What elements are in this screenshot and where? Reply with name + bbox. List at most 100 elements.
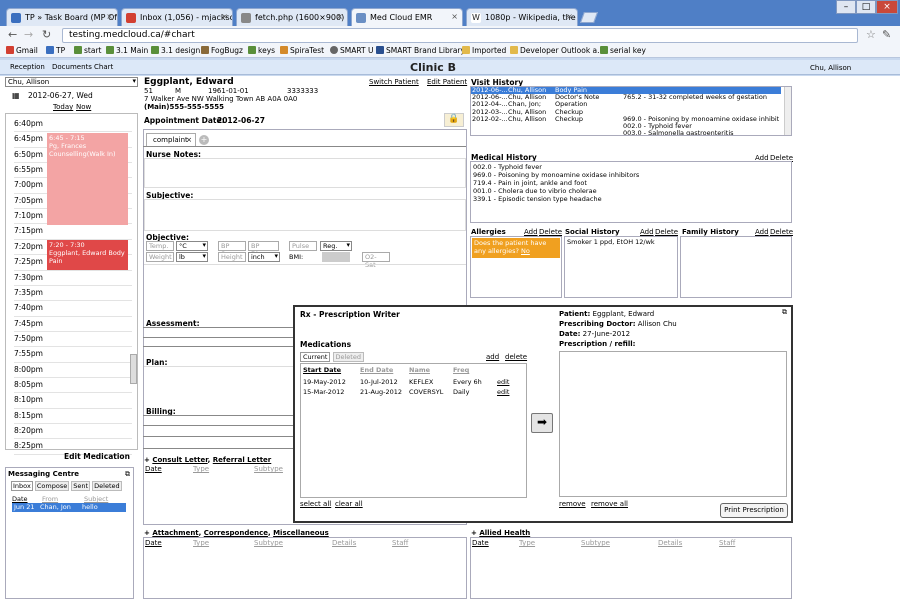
o2-sat-input[interactable]: O2-Sat <box>362 252 390 269</box>
tab-sent[interactable]: Sent <box>71 481 91 491</box>
bookmark-start[interactable]: start <box>74 46 101 55</box>
no-allergies-link[interactable]: No <box>521 247 530 255</box>
appointment-eggplant[interactable]: 7:20 - 7:30 Eggplant, Edward Body Pain <box>47 240 128 270</box>
medication-row[interactable]: 15-Mar-2012 21-Aug-2012 COVERSYL Daily edit <box>301 388 526 397</box>
time-slot[interactable]: 7:40pm <box>14 301 132 317</box>
time-slot[interactable]: 8:10pm <box>14 393 132 409</box>
calendar-icon[interactable]: ▦ <box>12 91 20 100</box>
time-slot[interactable]: 8:20pm <box>14 424 132 440</box>
delete-medication-link[interactable]: delete <box>505 353 527 361</box>
bookmark-spiratest[interactable]: SpiraTest <box>280 46 324 55</box>
nurse-notes-input[interactable] <box>144 158 466 188</box>
bookmark-serial-key[interactable]: serial key <box>600 46 646 55</box>
attachment-link[interactable]: Attachment <box>152 529 198 537</box>
now-link[interactable]: Now <box>76 103 91 111</box>
social-item[interactable]: Smoker 1 ppd, EtOH 12/wk <box>567 238 655 246</box>
tab-documents[interactable]: Documents <box>52 63 92 71</box>
time-slot[interactable]: 7:55pm <box>14 347 132 363</box>
select-all-link[interactable]: select all <box>300 500 331 508</box>
height-input[interactable]: Height <box>218 252 246 262</box>
bookmark-smart-u[interactable]: SMART U <box>330 46 373 55</box>
medical-item[interactable]: 339.1 - Episodic tension type headache <box>473 195 789 203</box>
close-tab-icon[interactable]: × <box>336 12 343 21</box>
browser-tab-inbox[interactable]: Inbox (1,056) - mjacksonch× <box>121 8 233 26</box>
allergies-delete[interactable]: Delete <box>539 228 562 236</box>
remove-link[interactable]: remove <box>559 500 586 508</box>
bookmark-imported[interactable]: Imported <box>462 46 506 55</box>
edit-medication-link[interactable]: Edit Medication <box>64 452 130 461</box>
tab-inbox[interactable]: Inbox <box>11 481 33 491</box>
family-delete[interactable]: Delete <box>770 228 793 236</box>
referral-letter-link[interactable]: Referral Letter <box>213 456 272 464</box>
weight-input[interactable]: Weight <box>146 252 174 262</box>
popout-icon[interactable]: ⧉ <box>125 470 130 479</box>
bookmark-smart-brand[interactable]: SMART Brand Library <box>376 46 465 55</box>
visit-row[interactable]: 003.0 - Salmonella gastroenteritis <box>471 129 781 135</box>
time-slot[interactable]: 8:05pm <box>14 378 132 394</box>
medication-row[interactable]: 19-May-2012 10-Jul-2012 KEFLEX Every 6h edit <box>301 378 526 387</box>
time-slot[interactable]: 8:15pm <box>14 409 132 425</box>
close-tab-icon[interactable]: × <box>106 12 113 21</box>
medical-item[interactable]: 969.0 - Poisoning by monoamine oxidase i… <box>473 171 789 179</box>
edit-medication-link[interactable]: edit <box>497 388 509 396</box>
bp-dias-input[interactable]: BP Dias. <box>248 241 279 258</box>
calendar-scrollbar[interactable] <box>130 354 137 384</box>
time-slot[interactable]: 6:40pm <box>14 117 132 133</box>
remove-all-link[interactable]: remove all <box>591 500 628 508</box>
browser-tab-medcloud[interactable]: Med Cloud EMR × <box>351 8 463 26</box>
miscellaneous-link[interactable]: Miscellaneous <box>273 529 329 537</box>
close-window-icon[interactable]: × <box>876 0 898 14</box>
today-link[interactable]: Today <box>53 103 73 111</box>
close-tab-icon[interactable]: × <box>566 12 573 21</box>
appointment-frances[interactable]: 6:45 - 7:15 Pg, Frances Counselling(Walk … <box>47 133 128 225</box>
print-prescription-button[interactable]: Print Prescription <box>720 503 788 518</box>
tab-current[interactable]: Current <box>300 352 331 362</box>
allied-health-link[interactable]: Allied Health <box>479 529 530 537</box>
plan-input[interactable] <box>144 366 294 402</box>
allergies-add[interactable]: Add <box>524 228 538 236</box>
browser-tab-fetch[interactable]: fetch.php (1600×900) × <box>236 8 348 26</box>
medical-item[interactable]: 002.0 - Typhoid fever <box>473 163 789 171</box>
tab-reception[interactable]: Reception <box>10 63 45 71</box>
family-add[interactable]: Add <box>755 228 769 236</box>
popout-icon[interactable]: ⧉ <box>782 308 787 317</box>
subjective-input[interactable] <box>144 199 466 231</box>
bookmark-developer-outlook[interactable]: Developer Outlook a... <box>510 46 604 55</box>
bookmark-main[interactable]: 3.1 Main <box>106 46 148 55</box>
edit-medication-link[interactable]: edit <box>497 378 509 386</box>
social-add[interactable]: Add <box>640 228 654 236</box>
maximize-icon[interactable]: □ <box>856 0 876 14</box>
pulse-input[interactable]: Pulse <box>289 241 317 251</box>
lock-icon[interactable]: 🔒 <box>444 113 464 127</box>
medical-item[interactable]: 001.0 - Cholera due to vibrio cholerae <box>473 187 789 195</box>
height-unit-select[interactable]: inch <box>248 252 280 262</box>
tab-deleted[interactable]: Deleted <box>332 352 364 362</box>
browser-tab-wikipedia[interactable]: W1080p - Wikipedia, the free× <box>466 8 578 26</box>
calendar-day-view[interactable]: 6:40pm 6:45pm 6:50pm 6:55pm 7:00pm 7:05pm 7:10… <box>5 113 138 455</box>
bp-sys-input[interactable]: BP Sys. <box>218 241 246 258</box>
weight-unit-select[interactable]: lb <box>176 252 208 262</box>
time-slot[interactable]: 7:45pm <box>14 317 132 332</box>
temp-input[interactable]: Temp. <box>146 241 174 251</box>
browser-tab-taskboard[interactable]: TP » Task Board (MP Office× <box>6 8 118 26</box>
clear-all-link[interactable]: clear all <box>335 500 363 508</box>
back-icon[interactable]: ← <box>8 28 17 41</box>
time-slot[interactable]: 7:30pm <box>14 271 132 286</box>
tab-compose[interactable]: Compose <box>34 481 70 491</box>
reload-icon[interactable]: ↻ <box>42 28 51 41</box>
bookmark-gmail[interactable]: Gmail <box>6 46 38 55</box>
wrench-icon[interactable]: ✎ <box>882 28 891 41</box>
pulse-reg-select[interactable]: Reg. <box>320 241 352 251</box>
temp-unit-select[interactable]: °C <box>176 241 208 251</box>
new-tab-button[interactable] <box>579 12 599 23</box>
prescription-list[interactable] <box>559 351 787 497</box>
tab-complaint[interactable]: complaint × <box>146 133 196 146</box>
close-tab-icon[interactable]: × <box>221 12 228 21</box>
medical-item[interactable]: 719.4 - Pain in joint, ankle and foot <box>473 179 789 187</box>
social-delete[interactable]: Delete <box>655 228 678 236</box>
current-user[interactable]: Chu, Allison <box>810 64 851 72</box>
add-tab-icon[interactable]: + <box>199 135 209 145</box>
message-row[interactable]: Jun 21 Chan, Jon hello <box>12 503 126 512</box>
correspondence-link[interactable]: Correspondence <box>204 529 268 537</box>
close-tab-icon[interactable]: × <box>451 12 458 21</box>
